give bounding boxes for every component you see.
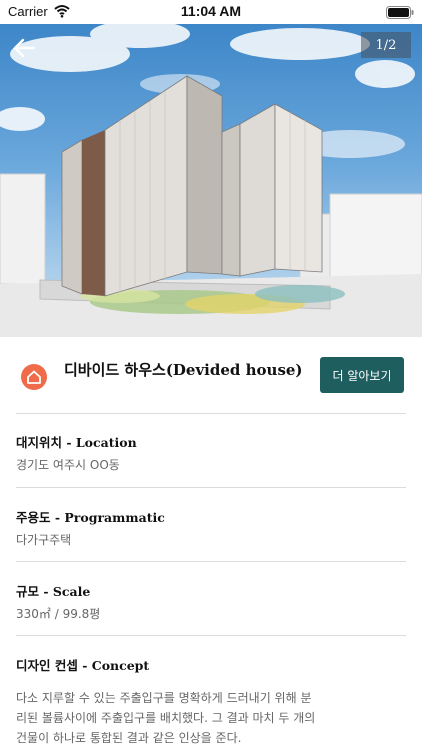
project-title: 디바이드 하우스(Devided house) xyxy=(64,361,303,379)
location-section: 대지위치 - Location 경기도 여주시 OO동 xyxy=(16,432,406,473)
concept-description: 다소 지루할 수 있는 주출입구를 명확하게 드러내기 위해 분리된 볼륨사이에… xyxy=(16,691,316,745)
battery-icon xyxy=(386,6,414,19)
scale-section: 규모 - Scale 330㎡ / 99.8평 xyxy=(16,581,406,622)
concept-section: 디자인 컨셉 - Concept 다소 지루할 수 있는 주출입구를 명확하게 … xyxy=(16,655,406,748)
scale-value: 330㎡ / 99.8평 xyxy=(16,607,101,621)
program-label: 주용도 - Programmatic xyxy=(16,510,165,525)
program-value: 다가구주택 xyxy=(16,533,72,547)
clock: 11:04 AM xyxy=(180,3,242,19)
divider xyxy=(16,413,406,414)
location-label: 대지위치 - Location xyxy=(16,435,137,450)
image-page-indicator: 1/2 xyxy=(361,32,411,58)
divider xyxy=(16,487,406,488)
back-button[interactable] xyxy=(10,34,38,62)
divider xyxy=(16,561,406,562)
hero-image[interactable]: 1/2 xyxy=(0,24,422,337)
location-value: 경기도 여주시 OO동 xyxy=(16,458,120,472)
house-icon xyxy=(21,364,47,390)
status-bar: Carrier 11:04 AM xyxy=(0,0,422,24)
building-illustration xyxy=(0,24,422,337)
arrow-left-icon xyxy=(13,38,35,58)
project-header: 디바이드 하우스(Devided house) 더 알아보기 xyxy=(0,337,422,413)
program-section: 주용도 - Programmatic 다가구주택 xyxy=(16,507,406,548)
divider xyxy=(16,635,406,636)
learn-more-button[interactable]: 더 알아보기 xyxy=(320,357,404,393)
scale-label: 규모 - Scale xyxy=(16,584,91,599)
concept-label: 디자인 컨셉 - Concept xyxy=(16,658,150,673)
